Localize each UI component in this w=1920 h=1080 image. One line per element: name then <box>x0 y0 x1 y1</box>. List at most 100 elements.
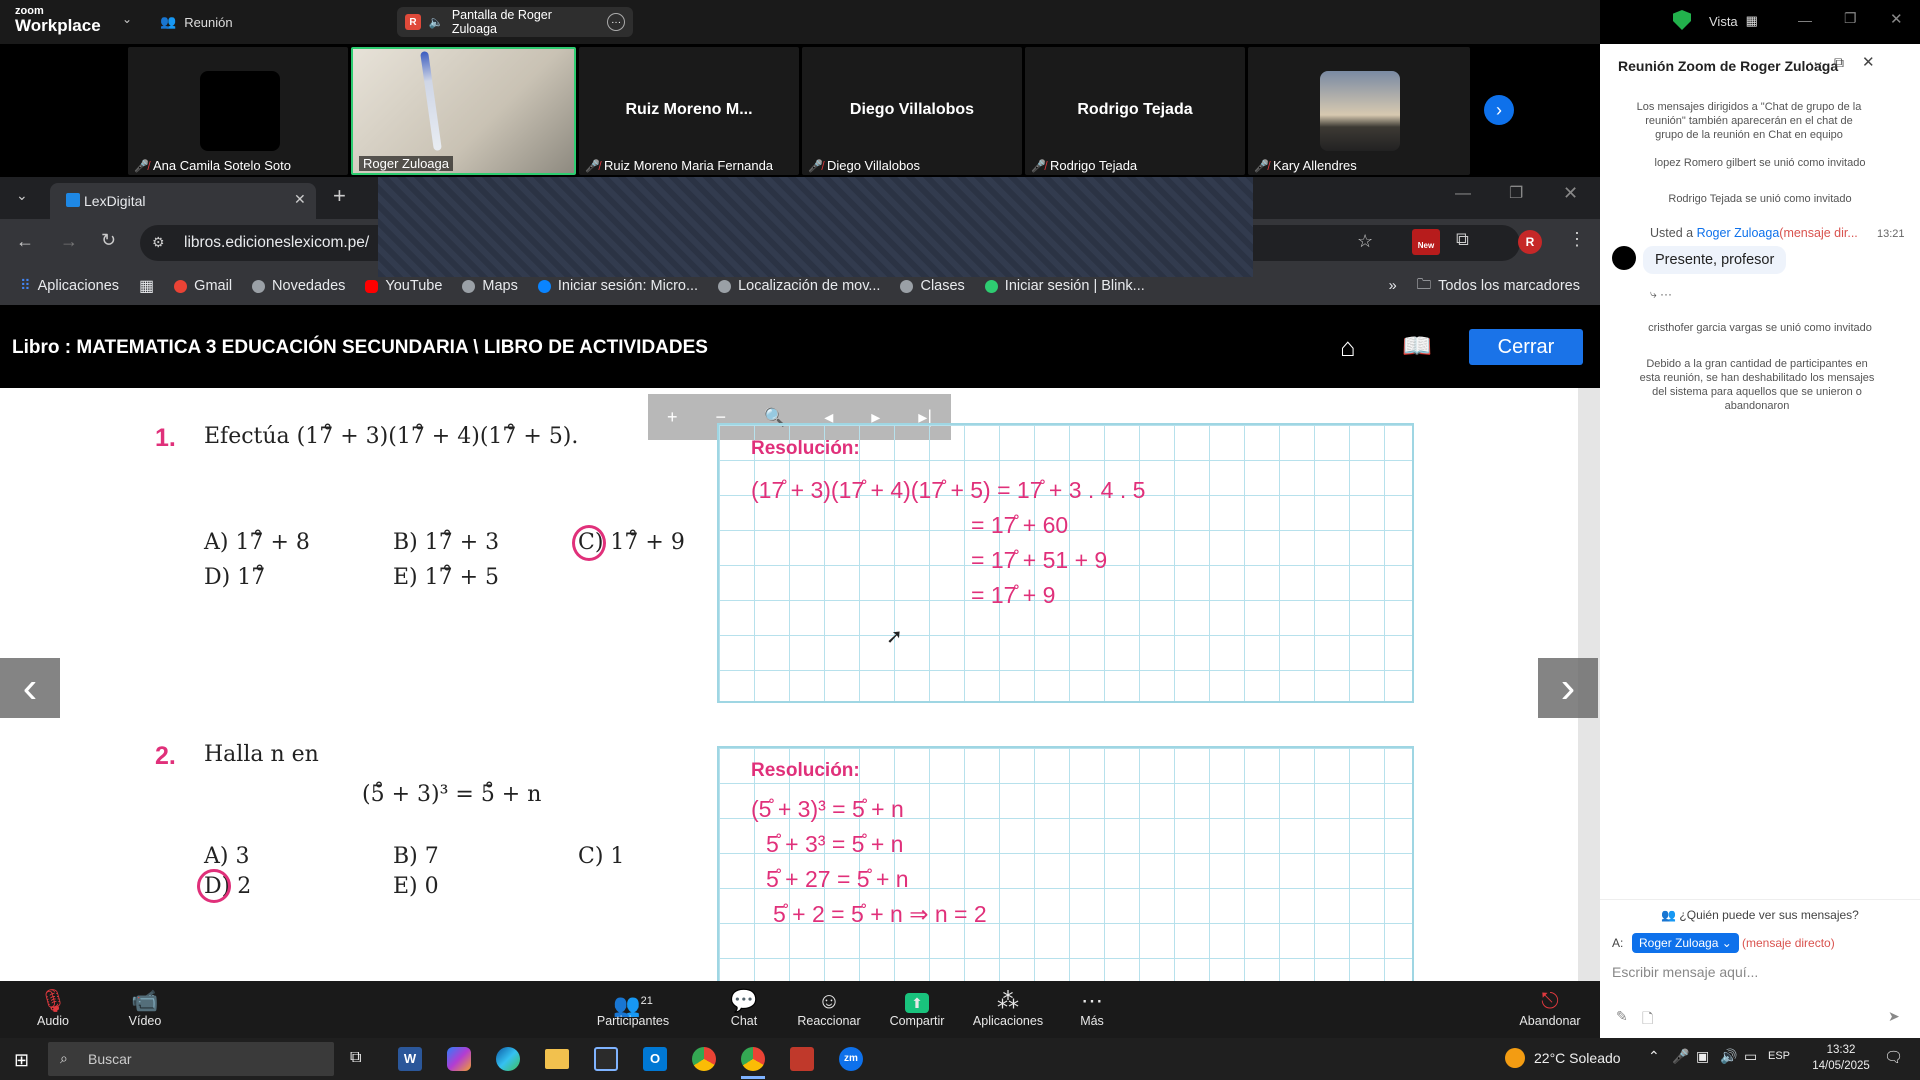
bookmark-novedades[interactable]: Novedades <box>252 278 345 294</box>
clock[interactable]: 13:32 14/05/2025 <box>1806 1042 1876 1074</box>
bookmark-microsoft[interactable]: Iniciar sesión: Micro... <box>537 278 698 294</box>
file-icon[interactable]: 🗋 <box>1642 1008 1653 1032</box>
audio-button[interactable]: 🎙 Audio <box>8 988 98 1028</box>
send-icon[interactable]: ➤ <box>1888 1008 1900 1025</box>
participant-tile[interactable]: Rodrigo Tejada 🎤̸ Rodrigo Tejada <box>1025 47 1245 175</box>
screen-share-indicator[interactable]: R 🔈 Pantalla de Roger Zuloaga ··· <box>397 7 633 37</box>
next-page-arrow[interactable]: › <box>1538 658 1598 718</box>
option-e: E) 0 <box>393 874 439 899</box>
maximize-icon[interactable]: ❐ <box>1509 183 1523 203</box>
people-icon: 👥 <box>1661 908 1677 922</box>
copilot-icon[interactable] <box>447 1047 471 1071</box>
windows-start-icon[interactable]: ⊞ <box>14 1050 29 1071</box>
grid-icon[interactable]: ▦ <box>139 276 154 296</box>
browser-tab[interactable]: LexDigital ✕ <box>50 183 316 219</box>
notification-icon[interactable]: 🗨 <box>1884 1048 1903 1066</box>
bookmark-clases[interactable]: Clases <box>900 278 965 294</box>
bookmark-star-icon[interactable]: ☆ <box>1357 231 1373 252</box>
back-icon[interactable]: ← <box>16 231 34 252</box>
chrome-active-icon[interactable] <box>741 1047 765 1071</box>
prev-page-arrow[interactable]: ‹ <box>0 658 60 718</box>
next-page-icon[interactable]: › <box>1484 95 1514 125</box>
video-off-icon: 📹 <box>131 988 159 1013</box>
message-bubble[interactable]: Presente, profesor <box>1643 246 1787 274</box>
participant-tile[interactable]: 🎤̸ Ana Camila Sotelo Soto <box>128 47 348 175</box>
problem-number: 1. <box>155 424 176 452</box>
site-info-icon[interactable]: ⚙ <box>152 234 165 251</box>
home-icon[interactable]: ⌂ <box>1340 332 1356 363</box>
lex-header: Libro : MATEMATICA 3 EDUCACIÓN SECUNDARI… <box>0 305 1600 388</box>
participant-tile-active[interactable]: Roger Zuloaga <box>351 47 576 175</box>
more-button[interactable]: ⋯ Más <box>1047 988 1137 1028</box>
more-icon[interactable]: ··· <box>607 13 626 31</box>
network-icon[interactable]: ▣ <box>1696 1048 1709 1065</box>
react-button[interactable]: ☺ Reaccionar <box>784 988 874 1028</box>
language-indicator[interactable]: ESP <box>1768 1050 1790 1062</box>
outlook-icon[interactable]: O <box>643 1047 667 1071</box>
message-header: Usted a Roger Zuloaga(mensaje dir... <box>1650 226 1858 240</box>
app-icon[interactable] <box>790 1047 814 1071</box>
weather-icon <box>1505 1048 1525 1068</box>
zoom-icon[interactable]: zm <box>839 1047 863 1071</box>
more-icon[interactable]: ··· <box>1808 54 1823 71</box>
chat-button[interactable]: 💬 Chat <box>699 988 789 1028</box>
taskbar-search[interactable]: ⌕ Buscar <box>48 1042 334 1076</box>
apps-button[interactable]: ⁂ Aplicaciones <box>963 988 1053 1028</box>
participants-button[interactable]: 👥21 Participantes <box>588 988 678 1028</box>
mic-icon[interactable]: 🎤 <box>1672 1048 1689 1065</box>
bookmark-gmail[interactable]: Gmail <box>174 278 232 294</box>
close-book-button[interactable]: Cerrar <box>1469 329 1583 365</box>
leave-button[interactable]: ⎋ Abandonar <box>1505 988 1595 1028</box>
bookmark-apps[interactable]: ⠿ Aplicaciones <box>20 278 119 294</box>
zoom-top-bar: zoom Workplace ⌄ 👥 Reunión R 🔈 Pantalla d… <box>0 0 1903 44</box>
book-title: Libro : MATEMATICA 3 EDUCACIÓN SECUNDARI… <box>12 337 708 358</box>
format-icon[interactable]: ✎ <box>1616 1008 1628 1025</box>
recipient-dropdown[interactable]: Roger Zuloaga ⌄ <box>1632 933 1739 953</box>
word-icon[interactable]: W <box>398 1047 422 1071</box>
browser-menu-icon[interactable]: ⋮ <box>1568 229 1586 250</box>
task-view-icon[interactable]: ⧉ <box>350 1049 361 1067</box>
weather-text[interactable]: 22°C Soleado <box>1534 1050 1621 1066</box>
view-button[interactable]: Vista ▦ <box>1709 13 1758 29</box>
minimize-icon[interactable]: — <box>1798 12 1812 28</box>
profile-avatar[interactable]: R <box>1518 230 1542 254</box>
close-icon[interactable]: ✕ <box>1563 183 1578 204</box>
participant-tile[interactable]: Ruiz Moreno M... 🎤̸ Ruiz Moreno Maria Fer… <box>579 47 799 175</box>
participant-tile[interactable]: 🎤̸ Kary Allendres <box>1248 47 1470 175</box>
who-can-see-link[interactable]: 👥 ¿Quién puede ver sus mensajes? <box>1600 899 1920 922</box>
book-icon[interactable]: 📖 <box>1402 332 1432 361</box>
reply-icon[interactable]: ⤷ ··· <box>1650 287 1672 302</box>
bookmark-youtube[interactable]: YouTube <box>365 278 442 294</box>
participant-tile[interactable]: Diego Villalobos 🎤̸ Diego Villalobos <box>802 47 1022 175</box>
store-icon[interactable] <box>594 1047 618 1071</box>
bookmark-localizacion[interactable]: Localización de mov... <box>718 278 880 294</box>
forward-icon[interactable]: → <box>60 231 78 252</box>
display-icon[interactable]: ▭ <box>1744 1048 1757 1065</box>
extension-new-icon[interactable]: New <box>1412 229 1440 255</box>
volume-icon[interactable]: 🔊 <box>1720 1048 1737 1065</box>
chevron-down-icon[interactable]: ⌄ <box>122 12 132 26</box>
video-button[interactable]: 📹 Vídeo <box>100 988 190 1028</box>
popout-icon[interactable]: ⧉ <box>1834 54 1844 71</box>
maximize-icon[interactable]: ❐ <box>1844 10 1857 27</box>
bookmark-maps[interactable]: Maps <box>462 278 518 294</box>
edge-icon[interactable] <box>496 1047 520 1071</box>
zoom-in-icon[interactable]: + <box>667 407 678 428</box>
close-icon[interactable]: ✕ <box>1890 10 1903 28</box>
tab-list-icon[interactable]: ⌄ <box>16 187 28 204</box>
close-icon[interactable]: ✕ <box>1862 53 1875 71</box>
close-tab-icon[interactable]: ✕ <box>294 191 306 208</box>
message-input[interactable]: Escribir mensaje aquí... <box>1612 964 1908 980</box>
file-explorer-icon[interactable] <box>545 1049 569 1069</box>
reload-icon[interactable]: ↻ <box>101 230 116 251</box>
meeting-menu[interactable]: 👥 Reunión <box>160 14 233 30</box>
bookmark-blink[interactable]: Iniciar sesión | Blink... <box>984 278 1145 294</box>
minimize-icon[interactable]: — <box>1455 185 1471 203</box>
tray-chevron-icon[interactable]: ⌃ <box>1648 1048 1660 1065</box>
share-button[interactable]: ⬆ Compartir <box>872 988 962 1028</box>
chrome-icon[interactable] <box>692 1047 716 1071</box>
more-bookmarks-icon[interactable]: » <box>1389 278 1397 294</box>
extensions-icon[interactable]: ⧉ <box>1456 229 1469 250</box>
new-tab-icon[interactable]: + <box>333 183 346 209</box>
all-bookmarks-folder[interactable]: 🗀 Todos los marcadores <box>1417 274 1580 299</box>
